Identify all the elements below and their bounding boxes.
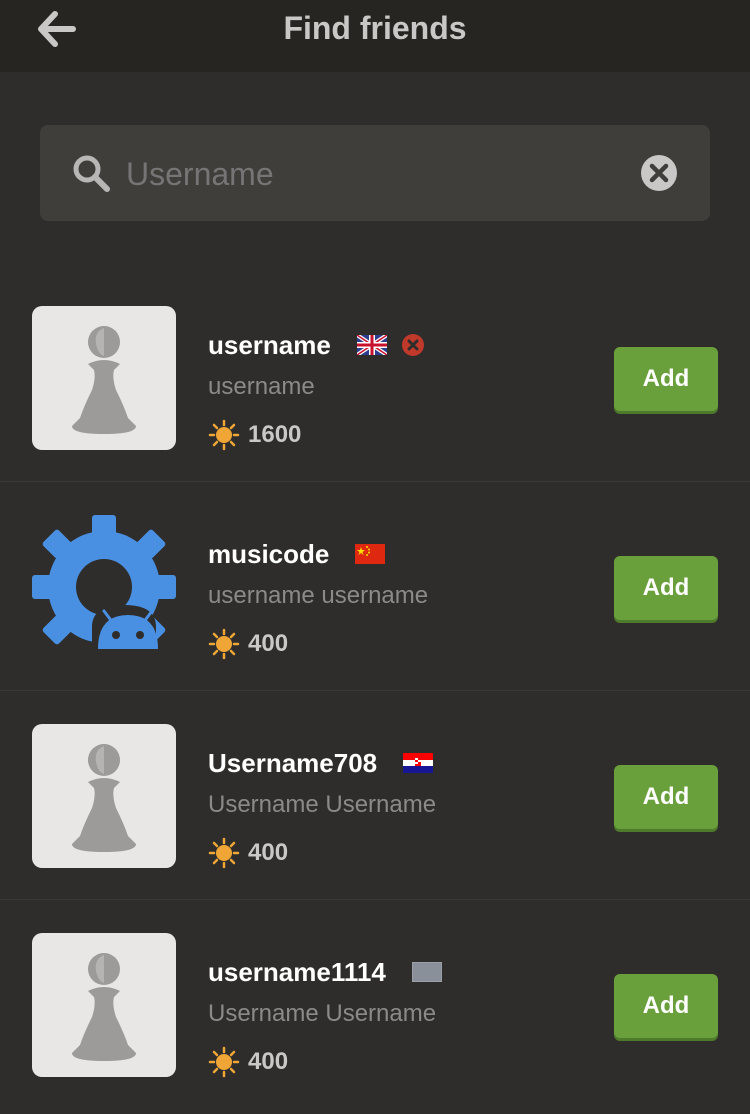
search-icon — [73, 155, 110, 192]
uk-flag-icon — [356, 335, 387, 355]
rating: 400 — [208, 837, 288, 869]
full-name: username username — [208, 582, 429, 609]
sun-rating-icon — [208, 419, 240, 451]
top-bar: Find friends — [0, 0, 750, 72]
full-name: username — [208, 373, 315, 400]
name-line: username1114 — [208, 952, 442, 992]
full-name: Username Username — [208, 1000, 437, 1027]
add-friend-button[interactable]: Add — [614, 556, 718, 620]
search-input[interactable] — [126, 149, 606, 199]
username[interactable]: username1114 — [208, 957, 386, 988]
rating: 1600 — [208, 419, 301, 451]
avatar — [32, 515, 176, 659]
name-line: Username708 — [208, 743, 434, 783]
search-bar[interactable] — [40, 125, 710, 221]
list-item[interactable]: username username 1600 Add — [0, 273, 750, 482]
pawn-icon — [72, 744, 136, 852]
add-friend-button[interactable]: Add — [614, 765, 718, 829]
rating-value: 400 — [248, 839, 289, 866]
gray-flag-icon — [411, 962, 442, 982]
list-item[interactable]: musicode username username 400 Add — [0, 482, 750, 691]
croatia-flag-icon — [403, 753, 434, 773]
username[interactable]: Username708 — [208, 748, 377, 779]
list-item[interactable]: username1114 Username Username 400 Add — [0, 900, 750, 1109]
avatar — [32, 933, 176, 1077]
username[interactable]: username — [208, 330, 331, 361]
avatar — [32, 724, 176, 868]
full-name: Username Username — [208, 791, 437, 818]
rating-value: 400 — [248, 630, 289, 657]
rating-value: 1600 — [248, 421, 302, 448]
clear-search-button[interactable] — [640, 154, 678, 192]
pawn-icon — [72, 953, 136, 1061]
rating: 400 — [208, 628, 288, 660]
sun-rating-icon — [208, 628, 240, 660]
avatar — [32, 306, 176, 450]
not-online-icon — [401, 334, 424, 356]
gear-android-icon — [32, 515, 176, 659]
add-friend-button[interactable]: Add — [614, 347, 718, 411]
search-results-list: username username 1600 Add musicode user… — [0, 273, 750, 1109]
name-line: musicode — [208, 534, 386, 574]
sun-rating-icon — [208, 837, 240, 869]
list-item[interactable]: Username708 Username Username 400 Add — [0, 691, 750, 900]
add-friend-button[interactable]: Add — [614, 974, 718, 1038]
name-line: username — [208, 325, 425, 365]
rating-value: 400 — [248, 1048, 289, 1075]
rating: 400 — [208, 1046, 288, 1078]
china-flag-icon — [355, 544, 386, 564]
page-title: Find friends — [283, 10, 467, 46]
username[interactable]: musicode — [208, 539, 329, 570]
sun-rating-icon — [208, 1046, 240, 1078]
pawn-icon — [72, 326, 136, 434]
